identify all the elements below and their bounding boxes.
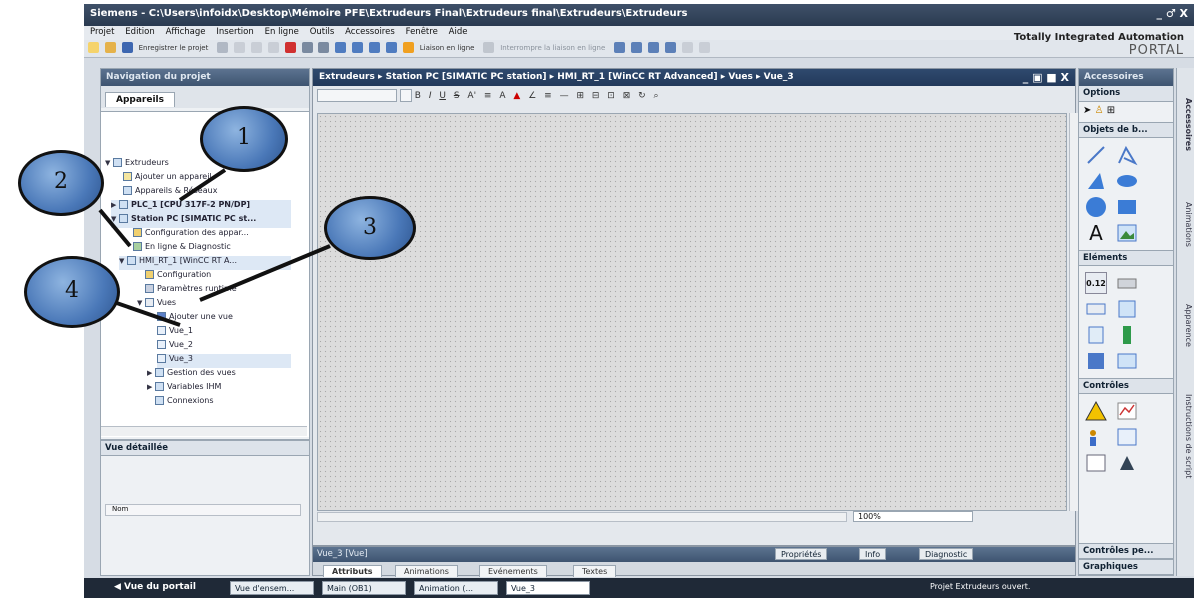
callout-4-line [107, 298, 181, 327]
callout-3: 3 [324, 196, 416, 260]
callout-3-line [199, 244, 331, 302]
callout-lines [98, 168, 331, 327]
callout-4: 4 [24, 256, 120, 328]
callout-2: 2 [18, 150, 104, 216]
callout-1-line [178, 168, 227, 202]
callout-1: 1 [200, 106, 288, 172]
callout-2-line [98, 208, 132, 248]
